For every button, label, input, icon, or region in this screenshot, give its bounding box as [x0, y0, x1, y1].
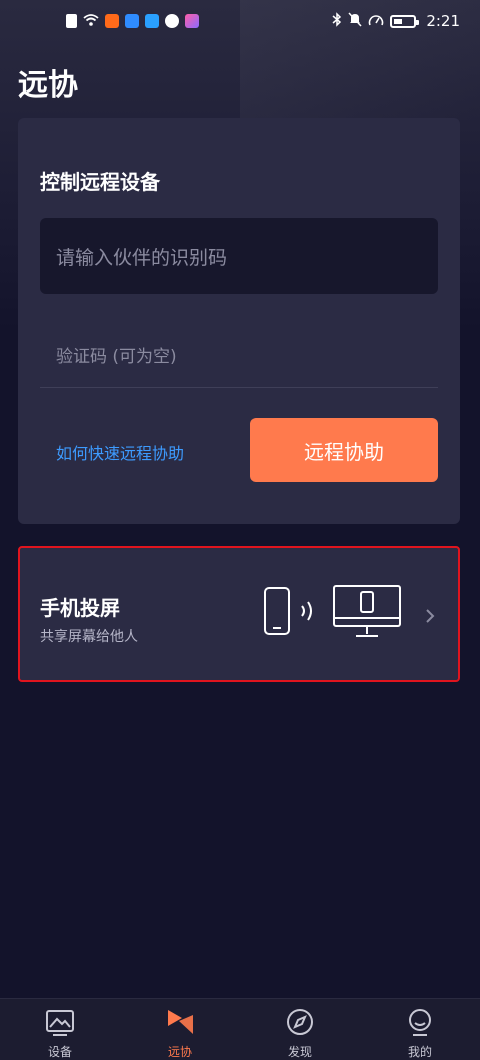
- picture-icon: [46, 1010, 74, 1036]
- wifi-icon: [83, 13, 99, 30]
- battery-icon: [390, 14, 420, 28]
- quick-assist-help-link[interactable]: 如何快速远程协助: [56, 440, 184, 464]
- screen-cast-subtitle: 共享屏幕给他人: [40, 629, 138, 645]
- cloud-app-icon: [145, 14, 159, 28]
- tab-remote-assist[interactable]: 远协: [120, 999, 240, 1060]
- status-bar: 2:21: [0, 0, 480, 42]
- tab-devices[interactable]: 设备: [0, 999, 120, 1060]
- verification-code-placeholder: 验证码 (可为空): [56, 347, 177, 367]
- profile-icon: [409, 1009, 431, 1036]
- tab-profile-label: 我的: [407, 1045, 432, 1059]
- status-bar-right: 2:21: [332, 12, 460, 30]
- bluetooth-icon: [332, 12, 342, 30]
- clock: 2:21: [426, 12, 460, 30]
- search-app-icon: [125, 14, 139, 28]
- remote-control-card: 控制远程设备 请输入伙伴的识别码 验证码 (可为空) 如何快速远程协助 远程协助: [18, 118, 460, 524]
- tab-devices-label: 设备: [47, 1045, 72, 1059]
- screen-cast-card[interactable]: 手机投屏 共享屏幕给他人: [18, 546, 460, 682]
- mute-bell-icon: [348, 12, 362, 30]
- tab-remote-assist-label: 远协: [167, 1045, 192, 1059]
- screen-cast-title: 手机投屏: [40, 596, 120, 620]
- notification-app-icon: [105, 14, 119, 28]
- tab-profile[interactable]: 我的: [360, 999, 480, 1060]
- remote-assist-button[interactable]: 远程协助: [250, 418, 438, 482]
- tab-discover-label: 发现: [287, 1045, 312, 1059]
- verification-code-input[interactable]: 验证码 (可为空): [40, 322, 438, 388]
- partner-id-placeholder: 请输入伙伴的识别码: [56, 246, 228, 269]
- shield-app-icon: [165, 14, 179, 28]
- remote-assist-icon: [168, 1010, 193, 1034]
- chevron-right-icon: [426, 609, 435, 623]
- gallery-app-icon: [185, 14, 199, 28]
- phone-to-monitor-icon: [264, 585, 401, 637]
- compass-icon: [287, 1009, 313, 1035]
- speed-gauge-icon: [368, 13, 384, 30]
- partner-id-input[interactable]: 请输入伙伴的识别码: [40, 218, 438, 294]
- remote-control-title: 控制远程设备: [40, 170, 160, 194]
- sim-alert-icon: [66, 14, 77, 28]
- status-bar-left: [66, 13, 199, 30]
- page-title: 远协: [18, 68, 78, 103]
- bottom-tab-bar: 设备 远协 发现 我的: [0, 998, 480, 1060]
- tab-discover[interactable]: 发现: [240, 999, 360, 1060]
